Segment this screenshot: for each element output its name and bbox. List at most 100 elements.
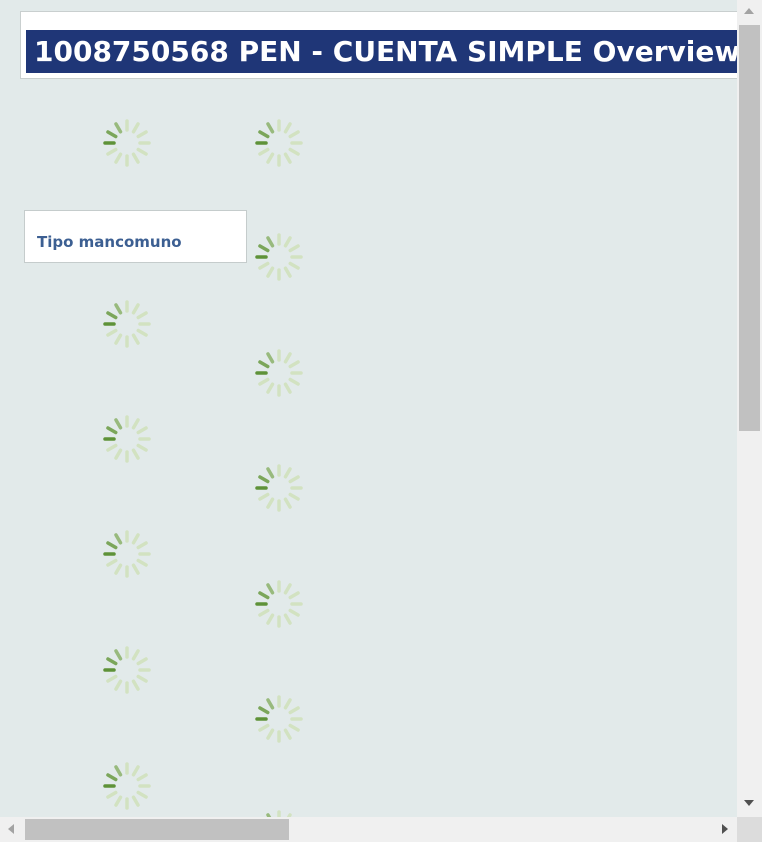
scroll-down-icon[interactable] <box>744 800 754 806</box>
spinner-dash <box>131 152 140 164</box>
spinner-dash <box>288 377 300 386</box>
spinner-dash <box>136 773 148 782</box>
loading-spinner-icon <box>255 349 303 397</box>
spinner-dash <box>106 541 118 550</box>
spinner-dash <box>288 360 300 369</box>
spinner-dash <box>114 448 123 460</box>
spinner-dash <box>114 563 123 575</box>
vertical-scrollbar-thumb[interactable] <box>739 25 760 431</box>
spinner-dash <box>106 130 118 139</box>
spinner-dash <box>288 591 300 600</box>
spinner-dash <box>288 261 300 270</box>
spinner-dash <box>258 706 270 715</box>
tipo-mancomuno-label: Tipo mancomuno <box>37 233 182 251</box>
spinner-dash <box>106 443 118 452</box>
spinner-dash <box>106 790 118 799</box>
loading-spinner-icon <box>255 695 303 743</box>
spinner-dash <box>131 563 140 575</box>
spinner-dash <box>266 352 275 364</box>
content-viewport: 1008750568 PEN - CUENTA SIMPLE Overview … <box>0 0 737 817</box>
spinner-dash <box>288 492 300 501</box>
spinner-dash <box>283 583 292 595</box>
spinner-dash <box>114 303 123 315</box>
loading-spinner-icon <box>255 119 303 167</box>
spinner-dash <box>283 152 292 164</box>
loading-spinner-icon <box>103 646 151 694</box>
horizontal-scrollbar-thumb[interactable] <box>25 819 289 840</box>
spinner-dash <box>258 130 270 139</box>
loading-spinner-icon <box>255 464 303 512</box>
spinner-dash <box>131 795 140 807</box>
spinner-dash <box>258 147 270 156</box>
loading-spinner-icon <box>103 119 151 167</box>
spinner-dash <box>106 657 118 666</box>
spinner-dash <box>258 377 270 386</box>
spinner-dash <box>106 674 118 683</box>
spinner-dash <box>283 382 292 394</box>
spinner-dash <box>258 475 270 484</box>
spinner-dash <box>288 706 300 715</box>
spinner-dash <box>266 583 275 595</box>
loading-spinner-icon <box>103 415 151 463</box>
spinner-dash <box>136 790 148 799</box>
loading-spinner-icon <box>103 300 151 348</box>
spinner-dash <box>266 152 275 164</box>
spinner-dash <box>131 122 140 134</box>
vertical-scrollbar[interactable] <box>737 0 762 817</box>
spinner-dash <box>114 765 123 777</box>
scrollbar-corner <box>737 817 762 842</box>
spinner-dash <box>288 244 300 253</box>
spinner-dash <box>114 122 123 134</box>
spinner-dash <box>266 613 275 625</box>
spinner-dash <box>266 122 275 134</box>
spinner-dash <box>283 698 292 710</box>
loading-spinner-icon <box>103 530 151 578</box>
scroll-up-icon[interactable] <box>744 8 754 14</box>
spinner-dash <box>131 679 140 691</box>
spinner-dash <box>266 467 275 479</box>
spinner-dash <box>258 244 270 253</box>
scroll-right-icon[interactable] <box>722 824 728 834</box>
page-title: 1008750568 PEN - CUENTA SIMPLE Overview <box>26 30 737 73</box>
spinner-dash <box>136 558 148 567</box>
spinner-dash <box>258 492 270 501</box>
spinner-dash <box>106 773 118 782</box>
loading-spinner-icon <box>255 810 303 817</box>
spinner-dash <box>114 795 123 807</box>
spinner-dash <box>106 147 118 156</box>
spinner-dash <box>136 147 148 156</box>
spinner-dash <box>266 728 275 740</box>
spinner-dash <box>258 261 270 270</box>
spinner-dash <box>288 475 300 484</box>
spinner-dash <box>283 236 292 248</box>
spinner-dash <box>283 467 292 479</box>
spinner-dash <box>258 360 270 369</box>
spinner-dash <box>266 382 275 394</box>
spinner-dash <box>114 649 123 661</box>
horizontal-scrollbar[interactable] <box>0 817 737 842</box>
spinner-dash <box>106 328 118 337</box>
tipo-mancomuno-box: Tipo mancomuno <box>24 210 247 263</box>
scroll-left-icon[interactable] <box>8 824 14 834</box>
spinner-dash <box>131 448 140 460</box>
spinner-dash <box>258 591 270 600</box>
spinner-dash <box>106 558 118 567</box>
spinner-dash <box>131 303 140 315</box>
spinner-dash <box>131 765 140 777</box>
loading-spinner-icon <box>255 580 303 628</box>
header-panel: 1008750568 PEN - CUENTA SIMPLE Overview <box>20 11 737 79</box>
spinner-dash <box>283 497 292 509</box>
spinner-dash <box>283 352 292 364</box>
spinner-dash <box>114 418 123 430</box>
spinner-dash <box>283 266 292 278</box>
spinner-dash <box>266 236 275 248</box>
spinner-dash <box>136 657 148 666</box>
spinner-dash <box>131 649 140 661</box>
spinner-dash <box>283 613 292 625</box>
spinner-dash <box>283 728 292 740</box>
spinner-dash <box>288 608 300 617</box>
spinner-dash <box>106 311 118 320</box>
spinner-dash <box>283 122 292 134</box>
spinner-dash <box>136 328 148 337</box>
spinner-dash <box>288 723 300 732</box>
